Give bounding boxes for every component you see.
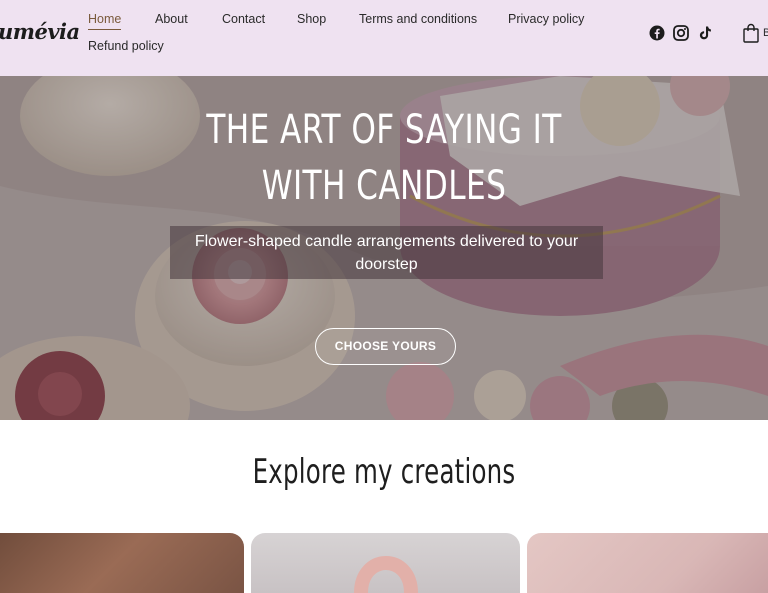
creation-card[interactable]: [0, 533, 244, 593]
nav-home[interactable]: Home: [88, 12, 122, 30]
hero-banner: THE ART OF SAYING IT WITH CANDLES Flower…: [0, 76, 768, 420]
creation-card[interactable]: [527, 533, 768, 593]
hero-title-line-1: THE ART OF SAYING IT: [206, 107, 562, 153]
nav-terms[interactable]: Terms and conditions: [359, 12, 477, 26]
shopping-bag-icon[interactable]: [742, 23, 760, 43]
main-nav: Home About Contact Shop Terms and condit…: [88, 0, 608, 76]
nav-refund[interactable]: Refund policy: [88, 39, 164, 53]
nav-privacy[interactable]: Privacy policy: [508, 12, 584, 26]
nav-shop[interactable]: Shop: [297, 12, 326, 26]
instagram-icon[interactable]: [673, 25, 689, 41]
creation-card[interactable]: [251, 533, 520, 593]
nav-contact[interactable]: Contact: [222, 12, 265, 26]
explore-title: Explore my creations: [252, 452, 516, 492]
cart-label[interactable]: B: [763, 27, 768, 39]
tiktok-icon[interactable]: [697, 25, 713, 41]
nav-about[interactable]: About: [155, 12, 188, 26]
brand-logo[interactable]: umévia: [0, 19, 80, 44]
choose-yours-button[interactable]: CHOOSE YOURS: [315, 328, 456, 365]
facebook-icon[interactable]: [649, 25, 665, 41]
hero-title-line-2: WITH CANDLES: [261, 163, 507, 209]
hero-title: THE ART OF SAYING IT WITH CANDLES: [84, 102, 683, 214]
site-header: umévia Home About Contact Shop Terms and…: [0, 0, 768, 76]
hero-subtitle: Flower-shaped candle arrangements delive…: [170, 226, 603, 279]
card-image: [354, 556, 418, 593]
